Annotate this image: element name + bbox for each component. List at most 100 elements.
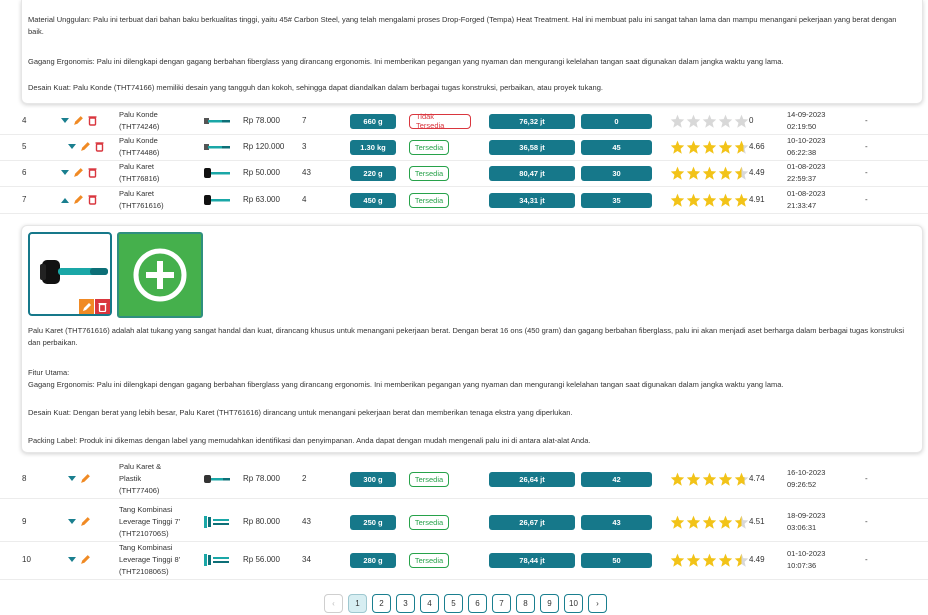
timestamp: 01-08-2023 22:59:37	[787, 161, 825, 185]
pencil-icon	[81, 517, 90, 526]
star-icon	[702, 472, 717, 486]
star-icon	[718, 193, 733, 207]
star-icon	[718, 515, 733, 529]
expand-toggle[interactable]	[68, 475, 76, 484]
timestamp: 16-10-2023 09:26:52	[787, 467, 825, 491]
edit-button[interactable]	[73, 194, 84, 207]
price: Rp 50.000	[243, 168, 280, 177]
table-row: 8 Palu Karet & Plastik (THT77406) Rp 78.000 2…	[0, 460, 928, 498]
star-icon	[686, 140, 701, 154]
star-icon	[734, 114, 749, 128]
collapse-toggle[interactable]	[61, 196, 69, 205]
page-button[interactable]: 5	[444, 594, 463, 613]
star-icon	[702, 553, 717, 567]
star-icon	[734, 553, 749, 567]
page-button[interactable]: 8	[516, 594, 535, 613]
star-rating	[670, 193, 749, 207]
delete-button[interactable]	[88, 167, 97, 180]
pagination: ‹ 1 2 3 4 5 6 7 8 9 10 ›	[324, 594, 607, 613]
table-row: 7 Palu Karet (THT761616) Rp 63.000 4 450 g Ter…	[0, 187, 928, 213]
star-icon	[686, 515, 701, 529]
time-text: 21:33:47	[787, 201, 817, 210]
product-name: Palu Karet (THT761616)	[119, 188, 199, 212]
pliers-icon	[203, 515, 231, 529]
star-rating	[670, 114, 749, 128]
prev-page-button[interactable]: ‹	[324, 594, 343, 613]
table-row: 6 Palu Karet (THT76816) Rp 50.000 43 220 g Ter…	[0, 160, 928, 186]
star-icon	[686, 472, 701, 486]
star-rating	[670, 515, 749, 529]
product-detail-panel: Palu Karet (THT761616) adalah alat tukan…	[21, 225, 923, 453]
extra-value: -	[865, 116, 868, 125]
expand-toggle[interactable]	[68, 518, 76, 527]
table-row: 10 Tang Kombinasi Leverage Tinggi 8' (THT21…	[0, 541, 928, 579]
row-actions	[68, 473, 91, 486]
edit-image-button[interactable]	[79, 299, 94, 314]
edit-button[interactable]	[80, 516, 91, 529]
delete-button[interactable]	[88, 194, 97, 207]
table-row: 9 Tang Kombinasi Leverage Tinggi 7' (THT210…	[0, 503, 928, 541]
timestamp: 10-10-2023 06:22:38	[787, 135, 825, 159]
page-button[interactable]: 7	[492, 594, 511, 613]
page-button[interactable]: 1	[348, 594, 367, 613]
product-name-line: Palu Karet &	[119, 462, 162, 471]
edit-button[interactable]	[73, 167, 84, 180]
product-image-card[interactable]	[28, 232, 112, 316]
next-page-button[interactable]: ›	[588, 594, 607, 613]
date-text: 10-10-2023	[787, 136, 826, 145]
delete-button[interactable]	[88, 115, 97, 128]
page-button[interactable]: 9	[540, 594, 559, 613]
star-icon	[734, 166, 749, 180]
trash-icon	[88, 168, 97, 178]
add-image-button[interactable]	[117, 232, 203, 318]
trash-icon	[88, 116, 97, 126]
time-text: 22:59:37	[787, 174, 817, 183]
product-name-line: Plastik	[119, 474, 142, 483]
table-row: 4 Palu Konde (THT74246) Rp 78.000 7 660 g Tida…	[0, 108, 928, 134]
product-name: Palu Karet & Plastik (THT77406)	[119, 461, 199, 497]
price: Rp 80.000	[243, 517, 280, 526]
star-icon	[702, 515, 717, 529]
time-text: 02:19:50	[787, 122, 817, 131]
expand-toggle[interactable]	[61, 169, 69, 178]
expand-toggle[interactable]	[61, 117, 69, 126]
product-description-panel: Material Unggulan: Palu ini terbuat dari…	[21, 0, 923, 104]
delete-image-button[interactable]	[95, 299, 110, 314]
page-button[interactable]: 6	[468, 594, 487, 613]
price: Rp 56.000	[243, 555, 280, 564]
star-icon	[670, 515, 685, 529]
edit-button[interactable]	[73, 115, 84, 128]
chevron-down-icon	[61, 170, 69, 175]
product-name: Palu Konde (THT74246)	[119, 109, 199, 133]
row-number: 4	[22, 116, 27, 125]
page-button[interactable]: 4	[420, 594, 439, 613]
page-button[interactable]: 2	[372, 594, 391, 613]
product-name-line: Leverage Tinggi 7'	[119, 517, 181, 526]
trash-icon	[98, 302, 107, 312]
edit-button[interactable]	[80, 554, 91, 567]
time-text: 06:22:38	[787, 148, 817, 157]
status-badge: Tersedia	[409, 192, 449, 208]
price: Rp 78.000	[243, 474, 280, 483]
edit-button[interactable]	[80, 141, 91, 154]
star-icon	[702, 166, 717, 180]
row-number: 8	[22, 474, 27, 483]
extra-value: -	[865, 555, 868, 564]
delete-button[interactable]	[95, 141, 104, 154]
description-paragraph: Desain Kuat: Palu Konde (THT74166) memil…	[28, 83, 603, 92]
expand-toggle[interactable]	[68, 143, 76, 152]
product-name: Tang Kombinasi Leverage Tinggi 8' (THT2108…	[119, 542, 199, 578]
product-name-line: (THT76816)	[119, 174, 160, 183]
row-number: 10	[22, 555, 31, 564]
edit-button[interactable]	[80, 473, 91, 486]
star-rating	[670, 166, 749, 180]
page-button[interactable]: 3	[396, 594, 415, 613]
feature-design: Desain Kuat: Dengan berat yang lebih bes…	[28, 408, 573, 417]
hammer-icon	[203, 140, 231, 154]
product-name-line: Palu Konde	[119, 110, 158, 119]
page-button[interactable]: 10	[564, 594, 583, 613]
price: Rp 63.000	[243, 195, 280, 204]
date-text: 01-10-2023	[787, 549, 826, 558]
price: Rp 78.000	[243, 116, 280, 125]
expand-toggle[interactable]	[68, 556, 76, 565]
